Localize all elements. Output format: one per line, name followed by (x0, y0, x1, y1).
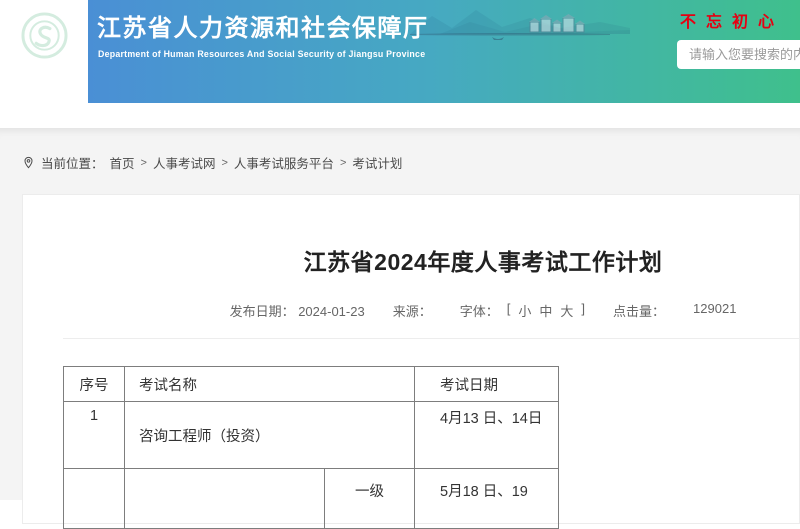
breadcrumb-label: 当前位置： (41, 153, 104, 172)
publish-date: 发布日期： 2024-01-23 (230, 301, 365, 320)
breadcrumb-separator: > (141, 157, 147, 169)
site-title: 江苏省人力资源和社会保障厅 (97, 8, 429, 43)
font-size-large-button[interactable]: 大 (560, 301, 573, 320)
breadcrumb-item-home[interactable]: 首页 (110, 153, 135, 172)
landscape-decoration (410, 0, 630, 64)
cell-seq (64, 469, 125, 529)
publish-date-label: 发布日期： (230, 304, 295, 319)
font-size-selector: 字体： [ 小 中 大 ] (460, 301, 585, 320)
cell-exam-level: 一级 (325, 469, 415, 529)
search-input[interactable] (677, 40, 800, 69)
cell-seq: 1 (64, 402, 125, 469)
article-title: 江苏省2024年度人事考试工作计划 (63, 243, 800, 277)
site-subtitle: Department of Human Resources And Social… (98, 49, 425, 59)
font-size-medium-button[interactable]: 中 (539, 301, 552, 320)
table-row: 一级 5月18 日、19 (64, 469, 559, 529)
breadcrumb-separator: > (221, 157, 227, 169)
breadcrumb-item-exam-site[interactable]: 人事考试网 (153, 153, 216, 172)
article-panel: 江苏省2024年度人事考试工作计划 发布日期： 2024-01-23 来源： 字… (22, 194, 800, 524)
table-row: 1 咨询工程师（投资） 4月13 日、14日 (64, 402, 559, 469)
bracket-close: ] (581, 301, 585, 320)
slogan-calligraphy: 不忘初心 (680, 8, 784, 32)
breadcrumb: 当前位置： 首页 > 人事考试网 > 人事考试服务平台 > 考试计划 (22, 153, 402, 172)
header-exam-name: 考试名称 (125, 367, 415, 402)
logo-seal-icon (21, 12, 68, 64)
header-band: 江苏省人力资源和社会保障厅 Department of Human Resour… (88, 0, 800, 103)
font-size-small-button[interactable]: 小 (518, 301, 531, 320)
cell-exam-date: 4月13 日、14日 (415, 402, 559, 469)
site-header: 江苏省人力资源和社会保障厅 Department of Human Resour… (0, 0, 800, 103)
source-label: 来源： (393, 301, 432, 320)
cell-exam-name (125, 469, 325, 529)
font-size-label: 字体： (460, 301, 499, 320)
breadcrumb-item-exam-plan: 考试计划 (352, 153, 402, 172)
logo-area (0, 0, 88, 103)
breadcrumb-separator: > (340, 157, 346, 169)
exam-schedule-table: 序号 考试名称 考试日期 1 咨询工程师（投资） 4月13 日、14日 一级 5… (63, 366, 559, 529)
table-header-row: 序号 考试名称 考试日期 (64, 367, 559, 402)
publish-date-value: 2024-01-23 (298, 304, 365, 319)
header-exam-date: 考试日期 (415, 367, 559, 402)
cell-exam-date: 5月18 日、19 (415, 469, 559, 529)
cell-exam-name: 咨询工程师（投资） (125, 402, 415, 469)
bracket-open: [ (507, 301, 511, 320)
breadcrumb-item-service-platform[interactable]: 人事考试服务平台 (234, 153, 334, 172)
hits-label: 点击量： (613, 301, 665, 320)
meta-divider (63, 338, 800, 339)
location-pin-icon (22, 156, 35, 169)
header-seq: 序号 (64, 367, 125, 402)
article-meta: 发布日期： 2024-01-23 来源： 字体： [ 小 中 大 ] 点击量： … (63, 301, 800, 320)
hits-value: 129021 (693, 301, 736, 320)
